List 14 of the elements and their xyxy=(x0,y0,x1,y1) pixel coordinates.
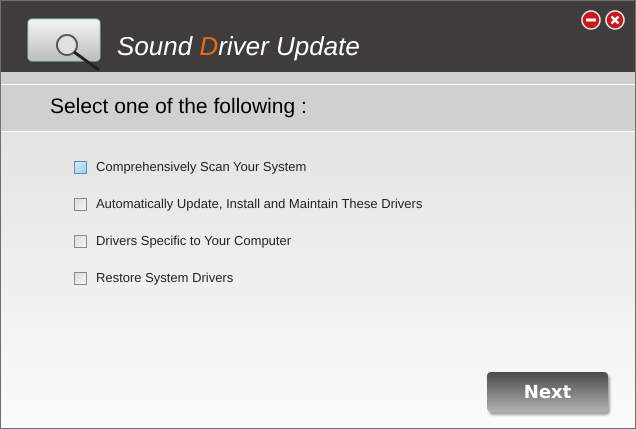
folder-magnifier-icon xyxy=(27,18,103,72)
checkbox[interactable] xyxy=(74,198,87,210)
option-label: Comprehensively Scan Your System xyxy=(96,158,306,176)
window-title: Sound Driver Update xyxy=(117,33,360,59)
checkbox[interactable] xyxy=(74,234,87,248)
prompt-text: Select one of the following : xyxy=(50,94,307,120)
checkbox[interactable] xyxy=(74,160,87,174)
minimize-button[interactable] xyxy=(581,10,601,30)
option-label: Drivers Specific to Your Computer xyxy=(96,232,292,250)
close-button[interactable] xyxy=(605,10,625,30)
checkbox[interactable] xyxy=(74,272,87,284)
next-button[interactable]: Next xyxy=(487,372,608,412)
option-label: Restore System Drivers xyxy=(96,269,234,288)
option-label: Automatically Update, Install and Maintain These Drivers xyxy=(96,195,422,214)
